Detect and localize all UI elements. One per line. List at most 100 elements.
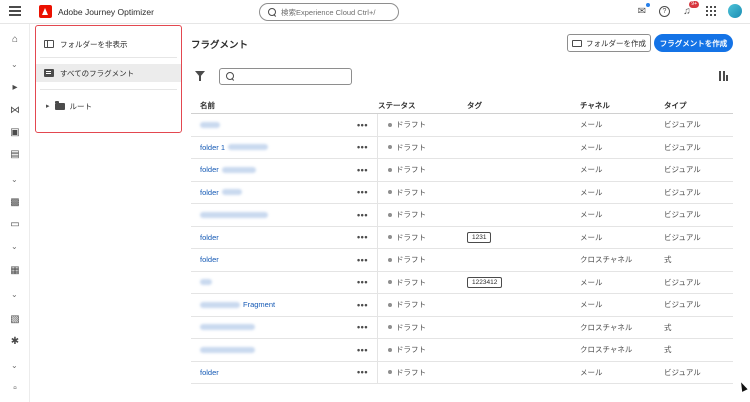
table-row[interactable]: Fragment ••• ドラフト メール ビジュアル	[191, 294, 733, 317]
more-actions-button[interactable]: •••	[348, 204, 378, 226]
filter-icon[interactable]	[195, 71, 205, 81]
table-row[interactable]: folder ••• ドラフト 1231 メール ビジュアル	[191, 226, 733, 249]
chevron-right-icon[interactable]: ▸	[46, 102, 50, 110]
fragment-name-link[interactable]: folder	[200, 255, 219, 264]
col-status-header[interactable]: ステータス	[378, 100, 467, 111]
more-actions-button[interactable]: •••	[348, 339, 378, 361]
chevron-down-icon[interactable]: ⌄	[11, 60, 19, 69]
redacted-name[interactable]	[221, 166, 256, 173]
app-title: Adobe Journey Optimizer	[58, 6, 154, 17]
templates-icon[interactable]: ▦	[9, 264, 21, 276]
status-cell: ドラフト	[378, 187, 467, 198]
tag-badge[interactable]: 1231	[467, 231, 492, 243]
channel-cell: メール	[580, 210, 603, 220]
table-row[interactable]: ••• ドラフト 1223412 メール ビジュアル	[191, 271, 733, 294]
avatar[interactable]	[728, 4, 742, 18]
more-actions-button[interactable]: •••	[348, 181, 378, 203]
fragment-name-cell[interactable]	[191, 114, 348, 136]
tag-badge[interactable]: 1223412	[467, 276, 503, 288]
admin-icon[interactable]: ▫	[9, 382, 21, 394]
more-actions-button[interactable]: •••	[348, 136, 378, 158]
campaigns-icon[interactable]: ▸	[9, 81, 21, 93]
table-row[interactable]: folder ••• ドラフト メール ビジュアル	[191, 181, 733, 204]
redacted-name[interactable]	[200, 279, 212, 286]
apps-grid-icon[interactable]	[704, 4, 718, 18]
status-cell: ドラフト	[378, 164, 467, 175]
table-row[interactable]: ••• ドラフト クロスチャネル 式	[191, 339, 733, 362]
fragment-name-cell[interactable]: Fragment	[191, 294, 348, 316]
table-row[interactable]: folder ••• ドラフト メール ビジュアル	[191, 361, 733, 384]
root-folder-item[interactable]: ▸ ルート	[36, 98, 181, 114]
reports-icon[interactable]: ▤	[9, 148, 21, 160]
more-actions-button[interactable]: •••	[348, 159, 378, 181]
offers-icon[interactable]: ▭	[9, 218, 21, 230]
create-folder-button[interactable]: フォルダーを作成	[567, 34, 651, 52]
all-fragments-item[interactable]: すべてのフラグメント	[36, 64, 181, 82]
redacted-name[interactable]	[200, 121, 220, 128]
type-cell: ビジュアル	[664, 120, 701, 130]
redacted-name[interactable]	[200, 324, 255, 331]
audiences-icon[interactable]: ▩	[9, 196, 21, 208]
col-type-header[interactable]: タイプ	[664, 100, 733, 111]
fragment-name-cell[interactable]: folder	[191, 227, 348, 249]
fragment-name-cell[interactable]	[191, 317, 348, 339]
more-actions-button[interactable]: •••	[348, 114, 378, 136]
help-icon[interactable]: ?	[659, 5, 670, 17]
redacted-name[interactable]	[200, 211, 268, 218]
schemas-icon[interactable]: ▧	[9, 313, 21, 325]
redacted-name[interactable]	[221, 189, 242, 196]
table-row[interactable]: ••• ドラフト クロスチャネル 式	[191, 316, 733, 339]
more-actions-button[interactable]: •••	[348, 316, 378, 338]
more-actions-button[interactable]: •••	[348, 361, 378, 383]
create-fragment-button[interactable]: フラグメントを作成	[654, 34, 733, 52]
integrations-icon[interactable]: ✱	[9, 335, 21, 347]
fragment-name-link[interactable]: Fragment	[243, 300, 275, 309]
fragment-name-cell[interactable]: folder	[191, 362, 348, 384]
fragment-name-link[interactable]: folder	[200, 165, 219, 174]
new-folder-icon	[572, 39, 582, 47]
home-icon[interactable]: ⌂	[9, 33, 21, 45]
feedback-icon[interactable]: ✉	[635, 3, 650, 18]
table-row[interactable]: folder ••• ドラフト クロスチャネル 式	[191, 249, 733, 272]
fragment-name-link[interactable]: folder	[200, 233, 219, 242]
search-icon	[268, 7, 277, 17]
more-actions-button[interactable]: •••	[348, 294, 378, 316]
fragment-name-cell[interactable]: folder	[191, 182, 348, 204]
fragment-name-link[interactable]: folder	[200, 368, 219, 377]
table-row[interactable]: ••• ドラフト メール ビジュアル	[191, 114, 733, 137]
redacted-name[interactable]	[228, 144, 269, 151]
chevron-down-icon[interactable]: ⌄	[11, 361, 19, 370]
journeys-icon[interactable]: ⋈	[9, 104, 21, 116]
more-actions-button[interactable]: •••	[348, 271, 378, 293]
chevron-down-icon[interactable]: ⌄	[11, 242, 19, 251]
global-search-input[interactable]: 検索Experience Cloud Ctrl+/	[259, 3, 399, 21]
table-row[interactable]: folder ••• ドラフト メール ビジュアル	[191, 159, 733, 182]
col-actions-header	[348, 97, 378, 113]
chevron-down-icon[interactable]: ⌄	[11, 290, 19, 299]
redacted-name[interactable]	[200, 346, 255, 353]
more-actions-button[interactable]: •••	[348, 249, 378, 271]
content-icon[interactable]: ▣	[9, 126, 21, 138]
menu-icon[interactable]	[9, 6, 21, 18]
fragment-name-cell[interactable]	[191, 272, 348, 294]
more-actions-button[interactable]: •••	[348, 226, 378, 248]
fragment-name-cell[interactable]	[191, 204, 348, 226]
brand[interactable]: Adobe Journey Optimizer	[39, 5, 154, 18]
col-name-header[interactable]: 名前	[191, 97, 348, 113]
fragment-name-link[interactable]: folder	[200, 188, 219, 197]
table-row[interactable]: ••• ドラフト メール ビジュアル	[191, 204, 733, 227]
table-search-input[interactable]	[219, 68, 352, 85]
col-channel-header[interactable]: チャネル	[580, 100, 664, 111]
fragment-name-cell[interactable]: folder 1	[191, 137, 348, 159]
column-settings-icon[interactable]	[719, 71, 729, 81]
hide-folders-button[interactable]: フォルダーを非表示	[36, 36, 181, 52]
table-row[interactable]: folder 1 ••• ドラフト メール ビジュアル	[191, 136, 733, 159]
fragment-name-cell[interactable]: folder	[191, 159, 348, 181]
fragment-name-link[interactable]: folder 1	[200, 143, 225, 152]
redacted-name[interactable]	[200, 301, 240, 308]
col-tag-header[interactable]: タグ	[467, 100, 580, 111]
fragment-name-cell[interactable]: folder	[191, 249, 348, 271]
fragment-name-cell[interactable]	[191, 339, 348, 361]
notifications-icon[interactable]: ♫ 9+	[680, 1, 699, 18]
chevron-down-icon[interactable]: ⌄	[11, 175, 19, 184]
